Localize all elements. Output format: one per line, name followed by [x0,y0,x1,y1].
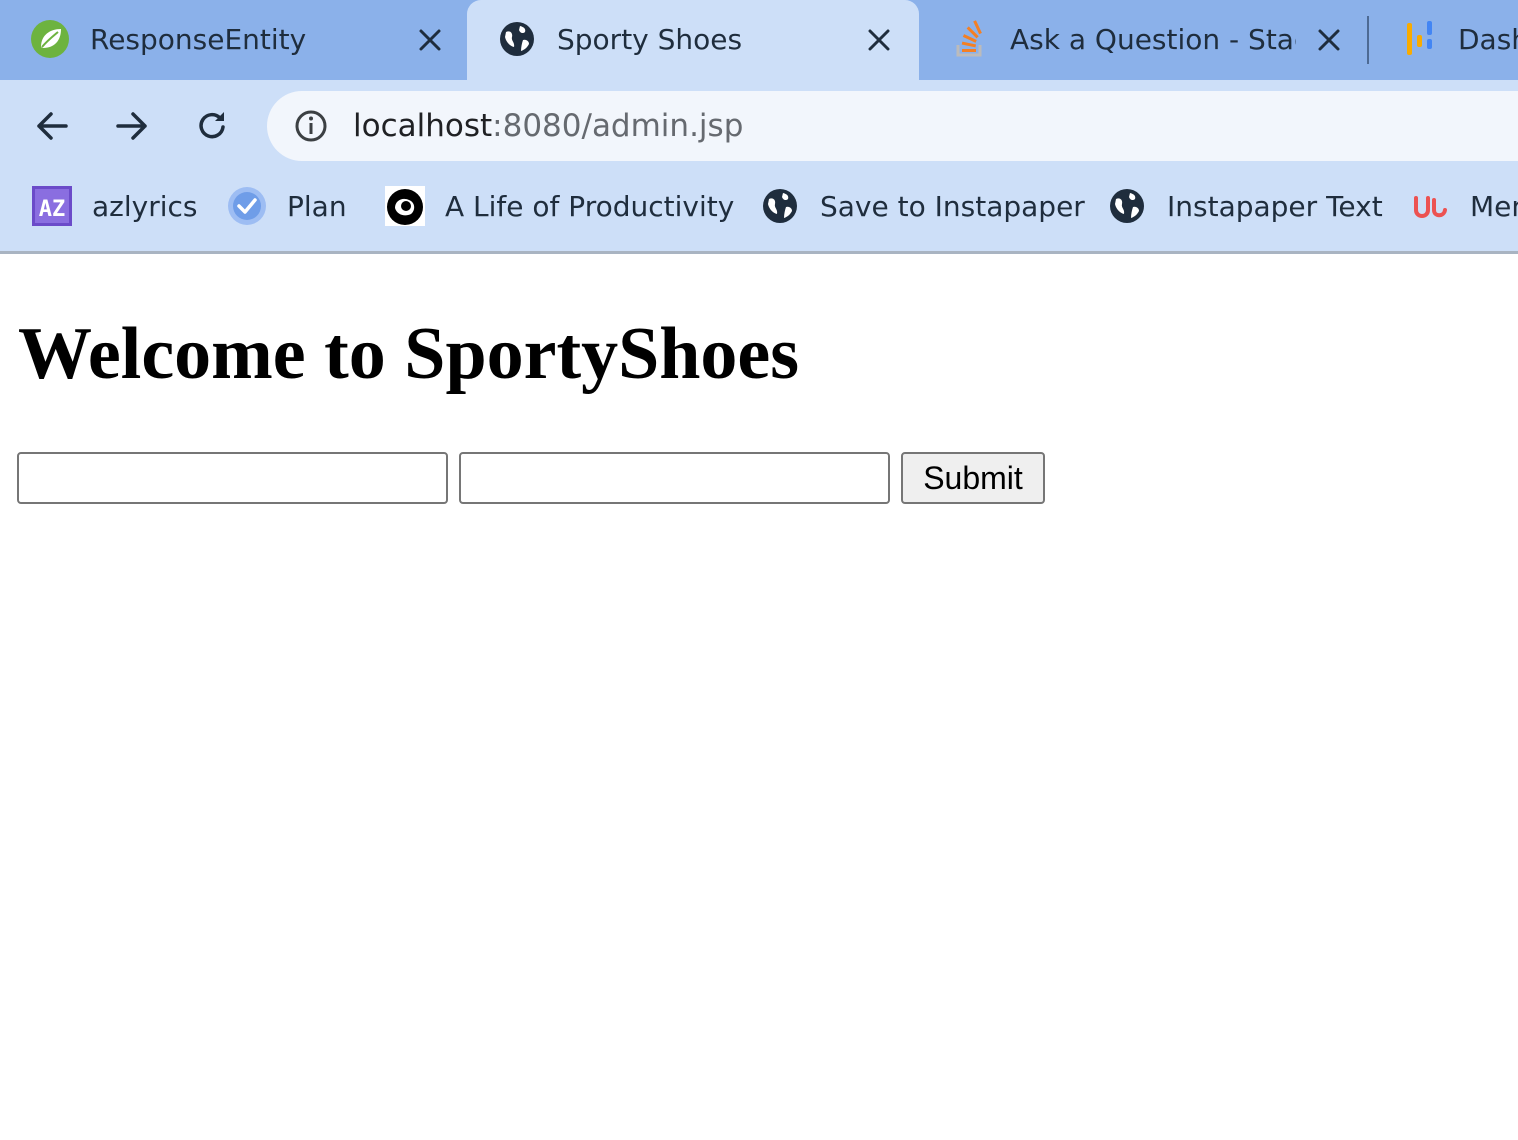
spring-leaf-icon [30,19,70,59]
tab-responseentity[interactable]: ResponseEntity [0,0,466,80]
tab-sporty-shoes[interactable]: Sporty Shoes [467,0,919,80]
bookmark-label: Save to Instapaper [820,189,1085,223]
username-field[interactable] [17,452,448,504]
url-text[interactable]: localhost:8080/admin.jsp [353,105,743,147]
info-icon[interactable] [293,108,329,144]
bookmark-instapaper-text[interactable]: Instapaper Text [1107,186,1383,226]
udemy-icon [1410,186,1450,226]
tab-dash[interactable]: Dash [1370,0,1518,80]
url-host: localhost [353,108,493,144]
bookmark-label: Men [1470,189,1518,223]
page-title: Welcome to SportyShoes [18,313,800,395]
svg-text:AZ: AZ [39,197,66,222]
submit-button[interactable]: Submit [901,452,1045,504]
bookmark-save-to-instapaper[interactable]: Save to Instapaper [760,186,1085,226]
url-path: :8080/admin.jsp [492,108,744,144]
tab-strip: ResponseEntity Sporty Shoes Ask a Questi… [0,0,1518,80]
bookmark-label: A Life of Productivity [445,189,735,223]
bookmark-azlyrics[interactable]: AZ azlyrics [32,186,197,226]
back-button[interactable] [28,102,76,150]
globe-icon [1107,186,1147,226]
browser-toolbar: localhost:8080/admin.jsp [0,80,1518,172]
bookmark-men[interactable]: Men [1410,186,1518,226]
browser-chrome: ResponseEntity Sporty Shoes Ask a Questi… [0,0,1518,254]
close-icon[interactable] [1311,22,1347,58]
tab-separator [1367,16,1369,64]
bookmark-plan[interactable]: Plan [227,186,347,226]
tab-title: ResponseEntity [90,23,307,56]
bookmarks-bar: AZ azlyrics Plan A Life of Productivity … [0,172,1518,252]
bookmark-a-life-of-productivity[interactable]: A Life of Productivity [385,186,734,226]
azlyrics-icon: AZ [32,186,72,226]
check-circle-icon [227,186,267,226]
password-field[interactable] [459,452,890,504]
stackoverflow-icon [950,19,990,59]
bookmark-label: azlyrics [92,189,198,223]
globe-icon [760,186,800,226]
forward-button[interactable] [108,102,156,150]
bookmark-label: Instapaper Text [1167,189,1383,223]
address-bar[interactable]: localhost:8080/admin.jsp [267,91,1518,161]
close-icon[interactable] [412,22,448,58]
tab-title: Dash [1458,23,1518,56]
close-icon[interactable] [861,22,897,58]
productivity-icon [385,186,425,226]
globe-icon [497,19,537,59]
tab-title: Sporty Shoes [557,23,743,56]
tab-title: Ask a Question - Stack Overflow [1010,23,1296,56]
tab-stack-overflow[interactable]: Ask a Question - Stack Overflow [920,0,1366,80]
dashboard-icon [1400,19,1440,59]
reload-button[interactable] [188,102,236,150]
bookmark-label: Plan [287,189,347,223]
page-content: Welcome to SportyShoes Submit [0,254,1518,1140]
